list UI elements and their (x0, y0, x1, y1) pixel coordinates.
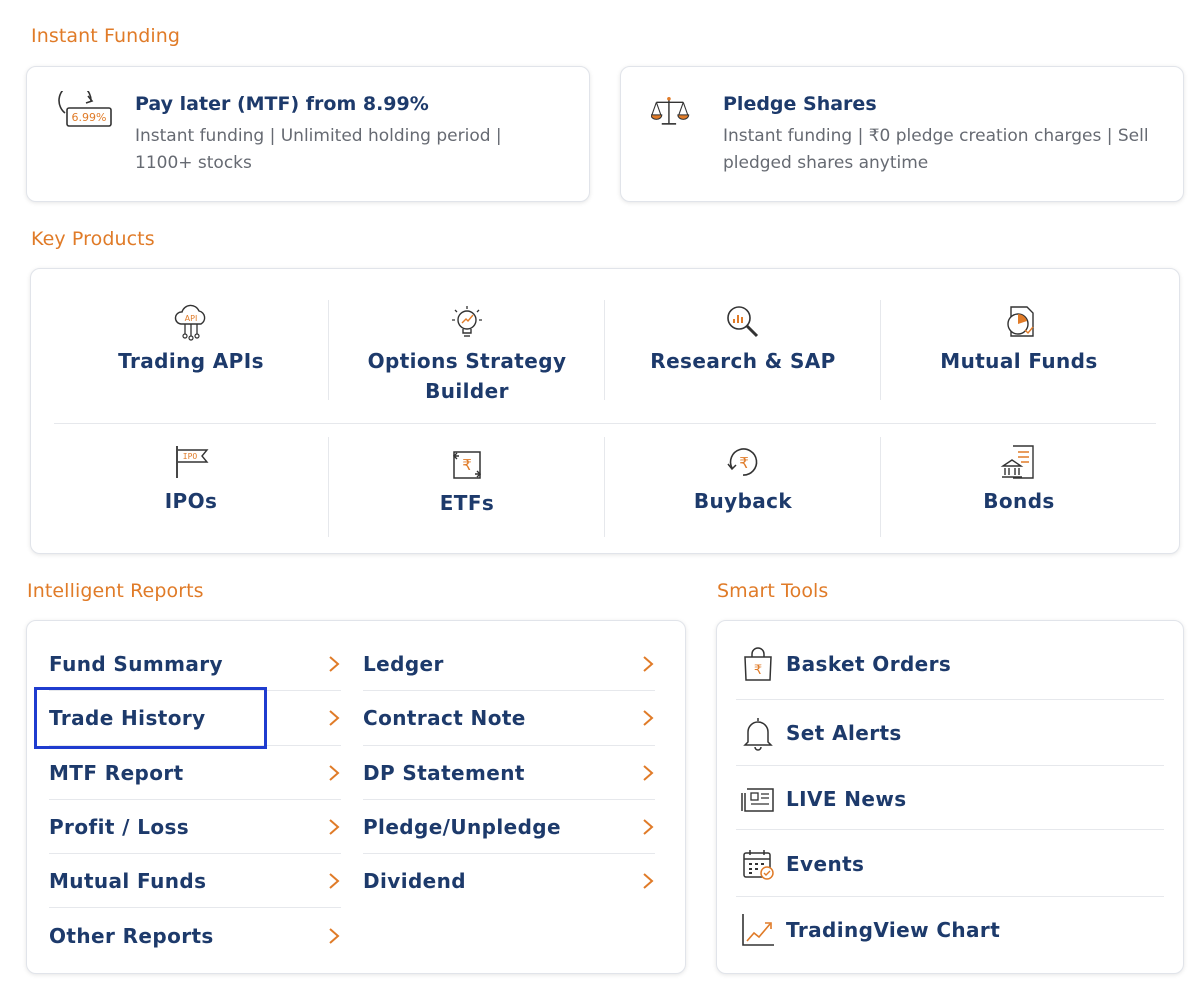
report-label: DP Statement (363, 761, 525, 785)
chevron-right-icon (643, 656, 654, 672)
divider (736, 699, 1164, 700)
mtf-badge-text: 6.99% (72, 111, 107, 124)
trend-chart-icon (742, 914, 774, 946)
report-fund-summary[interactable]: Fund Summary (49, 637, 341, 691)
api-cloud-icon: API (174, 304, 206, 341)
rupee-cycle-icon: ₹ (727, 448, 758, 476)
selection-highlight (34, 687, 267, 749)
buyback-icon-text: ₹ (739, 454, 749, 472)
mtf-card-title: Pay later (MTF) from 8.99% (135, 93, 429, 115)
mtf-badge-icon: 6.99% (58, 91, 112, 127)
pie-document-icon (1007, 306, 1034, 337)
chevron-right-icon (643, 819, 654, 835)
product-label: Trading APIs (118, 349, 264, 373)
shopping-bag-icon: ₹ (744, 647, 772, 681)
report-label: Fund Summary (49, 652, 223, 676)
product-label: ETFs (439, 491, 495, 515)
basket-icon-text: ₹ (754, 663, 762, 678)
report-label: Other Reports (49, 924, 214, 948)
product-options-strategy-builder[interactable]: Options Strategy Builder (329, 302, 605, 406)
chevron-right-icon (643, 765, 654, 781)
tool-label: Basket Orders (786, 652, 952, 676)
mtf-card[interactable]: 6.99% Pay later (MTF) from 8.99% Instant… (26, 66, 590, 202)
product-label: Buyback (693, 489, 793, 513)
divider (54, 423, 1156, 424)
pledge-card-desc: Instant funding | ₹0 pledge creation cha… (723, 126, 1149, 173)
api-icon-text: API (185, 314, 198, 323)
divider (736, 765, 1164, 766)
key-products-title: Key Products (31, 228, 155, 250)
product-etfs[interactable]: ₹ ETFs (329, 444, 605, 518)
chevron-right-icon (329, 765, 340, 781)
tool-set-alerts[interactable]: Set Alerts (740, 715, 1164, 751)
report-profit-loss[interactable]: Profit / Loss (49, 800, 341, 854)
product-label: Mutual Funds (940, 349, 1098, 373)
report-dp-statement[interactable]: DP Statement (363, 746, 655, 800)
report-label: Pledge/Unpledge (363, 815, 561, 839)
product-research-sap[interactable]: Research & SAP (605, 302, 881, 376)
chevron-right-icon (329, 710, 340, 726)
mtf-card-desc: Instant funding | Unlimited holding peri… (135, 126, 502, 173)
scales-icon (651, 96, 690, 125)
report-contract-note[interactable]: Contract Note (363, 691, 655, 745)
ipo-icon-text: IPO (183, 452, 198, 461)
report-pledge-unpledge[interactable]: Pledge/Unpledge (363, 800, 655, 854)
product-trading-apis[interactable]: API Trading APIs (53, 302, 329, 376)
report-label: Profit / Loss (49, 815, 190, 839)
report-other-reports[interactable]: Other Reports (49, 909, 341, 963)
etf-icon-text: ₹ (462, 456, 472, 474)
chevron-right-icon (643, 873, 654, 889)
report-label: MTF Report (49, 761, 184, 785)
product-ipos[interactable]: IPO IPOs (53, 442, 329, 516)
tool-label: LIVE News (786, 787, 907, 811)
tool-label: TradingView Chart (786, 918, 1001, 942)
pledge-card-title: Pledge Shares (723, 93, 877, 115)
intelligent-reports-title: Intelligent Reports (27, 580, 204, 602)
chevron-right-icon (329, 656, 340, 672)
report-label: Mutual Funds (49, 869, 207, 893)
ipo-flag-icon: IPO (176, 446, 209, 478)
chevron-right-icon (643, 710, 654, 726)
tool-events[interactable]: Events (740, 846, 1164, 882)
lightbulb-icon (452, 306, 482, 337)
pledge-shares-card[interactable]: Pledge Shares Instant funding | ₹0 pledg… (620, 66, 1184, 202)
chevron-right-icon (329, 873, 340, 889)
chevron-right-icon (329, 928, 340, 944)
divider (736, 896, 1164, 897)
product-bonds[interactable]: Bonds (881, 442, 1157, 516)
product-label: Research & SAP (650, 349, 836, 373)
report-label: Dividend (363, 869, 466, 893)
report-dividend[interactable]: Dividend (363, 854, 655, 908)
smart-tools-title: Smart Tools (717, 580, 829, 602)
magnifier-chart-icon (727, 306, 759, 338)
tool-tradingview-chart[interactable]: TradingView Chart (740, 912, 1164, 948)
report-mtf-report[interactable]: MTF Report (49, 746, 341, 800)
product-label: IPOs (164, 489, 218, 513)
product-mutual-funds[interactable]: Mutual Funds (881, 302, 1157, 376)
tool-basket-orders[interactable]: ₹ Basket Orders (740, 646, 1164, 682)
report-ledger[interactable]: Ledger (363, 637, 655, 691)
tool-live-news[interactable]: LIVE News (740, 781, 1164, 817)
product-buyback[interactable]: ₹ Buyback (605, 442, 881, 516)
instant-funding-title: Instant Funding (31, 25, 181, 47)
report-label: Ledger (363, 652, 444, 676)
calendar-icon (743, 850, 774, 880)
product-label: Options Strategy Builder (367, 349, 567, 403)
report-label: Contract Note (363, 706, 526, 730)
rupee-exchange-icon: ₹ (453, 451, 481, 479)
bell-icon (743, 718, 773, 751)
tool-label: Events (786, 852, 865, 876)
newspaper-icon (741, 788, 774, 812)
tool-label: Set Alerts (786, 721, 902, 745)
report-mutual-funds[interactable]: Mutual Funds (49, 854, 341, 908)
product-label: Bonds (983, 489, 1055, 513)
bond-document-icon (1000, 445, 1034, 479)
divider (736, 829, 1164, 830)
chevron-right-icon (329, 819, 340, 835)
divider (49, 907, 341, 908)
